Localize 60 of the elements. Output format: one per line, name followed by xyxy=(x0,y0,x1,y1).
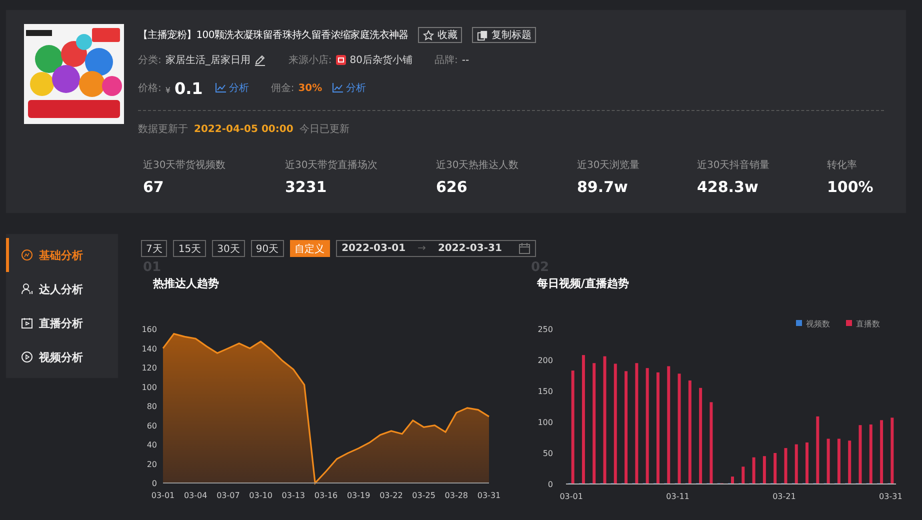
x-tick-label: 03-10 xyxy=(249,491,272,500)
legend-label: 视频数 xyxy=(806,320,830,328)
y-tick-label: 140 xyxy=(142,344,157,354)
x-tick-label: 03-31 xyxy=(879,492,902,501)
stat-value: 3231 xyxy=(285,178,328,196)
x-tick-label: 03-11 xyxy=(666,492,690,501)
y-tick-label: 50 xyxy=(542,449,553,458)
stat-value: 67 xyxy=(143,178,165,196)
y-tick-label: 0 xyxy=(548,480,553,489)
x-tick-label: 03-28 xyxy=(444,491,468,500)
y-tick-label: 40 xyxy=(146,440,157,450)
stat-value: 626 xyxy=(436,178,468,196)
x-tick-label: 03-13 xyxy=(282,491,306,500)
update-time: 2022-04-05 00:00 xyxy=(194,124,294,134)
y-tick-label: 160 xyxy=(142,325,157,334)
stat-label: 近30天抖音销量 xyxy=(697,158,771,172)
update-label: 数据更新于 xyxy=(138,122,188,136)
chart-title: 热推达人趋势 xyxy=(153,276,220,291)
y-tick-label: 200 xyxy=(538,356,553,365)
chart-title: 每日视频/直播趋势 xyxy=(537,276,630,291)
stat-label: 近30天热推达人数 xyxy=(436,158,520,172)
commission-label: 佣金: xyxy=(270,82,294,95)
stat-label: 近30天带货直播场次 xyxy=(285,158,379,172)
x-tick-label: 03-22 xyxy=(380,491,403,500)
brand-value: -- xyxy=(462,54,470,66)
x-tick-label: 03-31 xyxy=(477,491,501,500)
price-value: 0.1 xyxy=(174,78,203,98)
x-tick-label: 03-01 xyxy=(560,492,583,501)
stat-value: 100% xyxy=(827,178,874,196)
x-tick-label: 03-19 xyxy=(346,491,370,500)
legend-label: 直播数 xyxy=(856,320,880,328)
stat-label: 转化率 xyxy=(827,158,858,172)
x-tick-label: 03-16 xyxy=(314,491,338,500)
stat-label: 近30天浏览量 xyxy=(577,158,641,172)
category-label: 分类: xyxy=(138,54,162,67)
product-title: 【主播宠粉】100颗洗衣凝珠留香珠持久留香浓缩家庭洗衣神器 xyxy=(138,28,408,42)
x-tick-label: 03-04 xyxy=(184,491,208,500)
brand-label: 品牌: xyxy=(434,54,458,67)
y-tick-label: 120 xyxy=(142,364,157,372)
x-tick-label: 03-25 xyxy=(412,491,436,500)
y-tick-label: 60 xyxy=(146,421,157,430)
currency-symbol: ¥ xyxy=(165,86,170,94)
shop-label: 来源小店: xyxy=(288,54,332,67)
x-tick-label: 03-01 xyxy=(151,491,175,500)
price-label: 价格: xyxy=(138,82,162,95)
y-tick-label: 100 xyxy=(142,382,157,392)
x-tick-label: 03-21 xyxy=(772,492,796,501)
stat-value: 428.3w xyxy=(697,178,760,196)
y-tick-label: 0 xyxy=(152,479,157,488)
stat-value: 89.7w xyxy=(577,178,629,196)
category-value: 家居生活_居家日用 xyxy=(165,54,250,67)
update-note: 今日已更新 xyxy=(299,122,350,136)
y-tick-label: 100 xyxy=(538,418,553,427)
y-tick-label: 20 xyxy=(146,460,157,469)
y-tick-label: 80 xyxy=(146,402,157,411)
commission-value: 30% xyxy=(298,82,322,94)
x-tick-label: 03-07 xyxy=(216,491,240,500)
stat-label: 近30天带货视频数 xyxy=(143,158,227,172)
y-tick-label: 150 xyxy=(538,387,553,396)
y-tick-label: 250 xyxy=(538,325,553,334)
